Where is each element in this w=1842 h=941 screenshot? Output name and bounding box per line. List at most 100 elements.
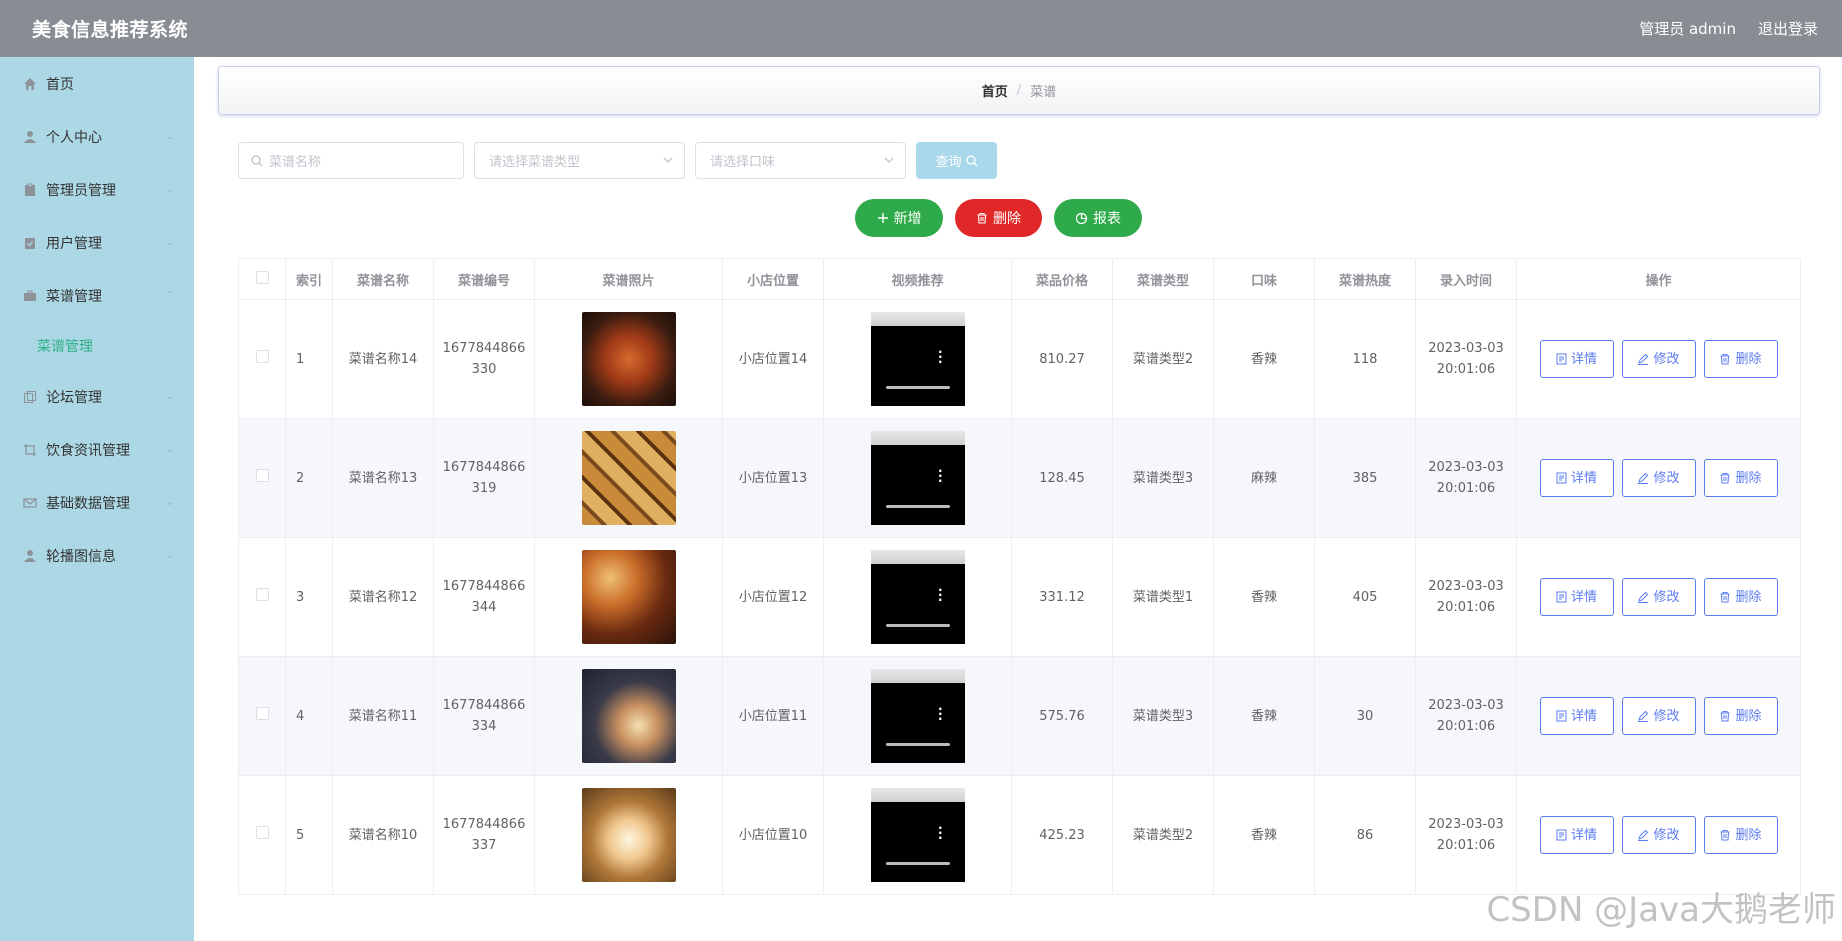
delete-button[interactable]: 删除 (1703, 816, 1778, 854)
select-all-checkbox[interactable] (255, 270, 269, 284)
delete-button[interactable]: 删除 (1703, 459, 1778, 497)
time-line: 20:01:06 (1436, 838, 1496, 853)
code-cell: 1677844866 319 (433, 418, 535, 538)
row-checkbox[interactable] (255, 468, 269, 482)
detail-button[interactable]: 详情 (1539, 578, 1614, 616)
more-vertical-icon[interactable]: · · · (938, 703, 943, 725)
video-player[interactable]: · · · (870, 788, 965, 882)
recipe-photo[interactable] (581, 550, 676, 644)
recipe-type-select[interactable]: 请选择菜谱类型 (474, 142, 685, 179)
recipe-photo[interactable] (581, 312, 676, 406)
query-button[interactable]: 查询 (916, 142, 997, 179)
date-line: 2023-03-03 (1428, 579, 1504, 594)
heat-cell: 385 (1314, 418, 1416, 538)
detail-button[interactable]: 详情 (1539, 459, 1614, 497)
video-player[interactable]: · · · (870, 550, 965, 644)
recipe-name-input[interactable]: 菜谱名称 (238, 142, 464, 179)
sidebar-item-home[interactable]: 首页 (0, 57, 194, 110)
delete-button[interactable]: 删除 (1703, 578, 1778, 616)
chevron-up-icon: ⌃ (165, 290, 174, 301)
sidebar: 首页 个人中心 ⌄ 管理员管理 ⌄ 用户管理 ⌄ 菜谱管理 ⌃ 菜谱管理 论坛管… (0, 57, 194, 941)
video-progress-bar[interactable] (885, 386, 950, 389)
report-button-label: 报表 (1093, 211, 1121, 227)
query-button-label: 查询 (935, 155, 962, 170)
row-checkbox[interactable] (255, 706, 269, 720)
row-checkbox[interactable] (255, 587, 269, 601)
detail-button[interactable]: 详情 (1539, 340, 1614, 378)
more-vertical-icon[interactable]: · · · (938, 584, 943, 606)
video-progress-bar[interactable] (885, 862, 950, 865)
delete-label: 删除 (1735, 827, 1762, 843)
breadcrumb-home[interactable]: 首页 (982, 81, 1008, 100)
heat-cell: 405 (1314, 537, 1416, 657)
chevron-down-icon: ⌄ (165, 497, 174, 508)
report-button[interactable]: 报表 (1054, 199, 1142, 237)
video-progress-bar[interactable] (885, 505, 950, 508)
sidebar-item-admin[interactable]: 管理员管理 ⌄ (0, 163, 194, 216)
video-player[interactable]: · · · (870, 669, 965, 763)
edit-button[interactable]: 修改 (1621, 816, 1696, 854)
type-cell: 菜谱类型2 (1112, 299, 1214, 419)
sidebar-item-label: 论坛管理 (46, 389, 102, 406)
document-icon (1556, 710, 1567, 722)
more-vertical-icon[interactable]: · · · (938, 346, 943, 368)
edit-button[interactable]: 修改 (1621, 340, 1696, 378)
sidebar-item-carousel[interactable]: 轮播图信息 ⌄ (0, 529, 194, 582)
video-player[interactable]: · · · (870, 431, 965, 525)
sidebar-item-users[interactable]: 用户管理 ⌄ (0, 216, 194, 269)
video-player[interactable]: · · · (870, 312, 965, 406)
logout-link[interactable]: 退出登录 (1758, 18, 1818, 39)
taste-cell: 香辣 (1213, 537, 1315, 657)
index-cell: 5 (285, 775, 333, 895)
code-line: 1677844866 (442, 460, 526, 475)
recipe-photo[interactable] (581, 788, 676, 882)
taste-select[interactable]: 请选择口味 (695, 142, 906, 179)
sidebar-item-basic-data[interactable]: 基础数据管理 ⌄ (0, 476, 194, 529)
edit-label: 修改 (1653, 708, 1680, 724)
pencil-icon (1637, 710, 1649, 722)
sidebar-item-label: 基础数据管理 (46, 495, 130, 512)
row-checkbox[interactable] (255, 825, 269, 839)
delete-button[interactable]: 删除 (1703, 697, 1778, 735)
price-cell: 331.12 (1011, 537, 1113, 657)
name-cell: 菜谱名称13 (332, 418, 434, 538)
user-icon (22, 548, 37, 563)
row-checkbox[interactable] (255, 349, 269, 363)
type-cell: 菜谱类型1 (1112, 537, 1214, 657)
video-progress-bar[interactable] (885, 624, 950, 627)
more-vertical-icon[interactable]: · · · (938, 822, 943, 844)
column-header: 操作 (1516, 258, 1801, 300)
edit-button[interactable]: 修改 (1621, 578, 1696, 616)
chevron-down-icon: ⌄ (165, 550, 174, 561)
video-cell: · · · (823, 418, 1012, 538)
edit-label: 修改 (1653, 351, 1680, 367)
shop-cell: 小店位置13 (722, 418, 824, 538)
edit-button[interactable]: 修改 (1621, 459, 1696, 497)
sidebar-item-news[interactable]: 饮食资讯管理 ⌄ (0, 423, 194, 476)
home-icon (22, 76, 37, 91)
recipe-photo[interactable] (581, 431, 676, 525)
batch-delete-button[interactable]: 删除 (955, 199, 1042, 237)
type-cell: 菜谱类型2 (1112, 775, 1214, 895)
delete-button[interactable]: 删除 (1703, 340, 1778, 378)
detail-button[interactable]: 详情 (1539, 697, 1614, 735)
date-cell: 2023-03-03 20:01:06 (1415, 418, 1517, 538)
table-row: 1 菜谱名称14 1677844866 330 小店位置14 · · · 810.27… (238, 299, 1801, 419)
video-progress-bar[interactable] (885, 743, 950, 746)
chevron-down-icon: ⌄ (165, 391, 174, 402)
code-line: 337 (471, 838, 497, 853)
add-button[interactable]: 新增 (855, 199, 943, 237)
sidebar-item-forum[interactable]: 论坛管理 ⌄ (0, 370, 194, 423)
trash-icon (1719, 829, 1731, 841)
submenu-item-recipe-manage[interactable]: 菜谱管理 (0, 322, 194, 370)
sidebar-item-recipes[interactable]: 菜谱管理 ⌃ (0, 269, 194, 322)
edit-button[interactable]: 修改 (1621, 697, 1696, 735)
recipe-photo[interactable] (581, 669, 676, 763)
detail-button[interactable]: 详情 (1539, 816, 1614, 854)
chevron-down-icon: ⌄ (165, 184, 174, 195)
current-user[interactable]: 管理员 admin (1639, 18, 1736, 39)
date-cell: 2023-03-03 20:01:06 (1415, 656, 1517, 776)
code-line: 334 (471, 719, 497, 734)
more-vertical-icon[interactable]: · · · (938, 465, 943, 487)
sidebar-item-profile[interactable]: 个人中心 ⌄ (0, 110, 194, 163)
